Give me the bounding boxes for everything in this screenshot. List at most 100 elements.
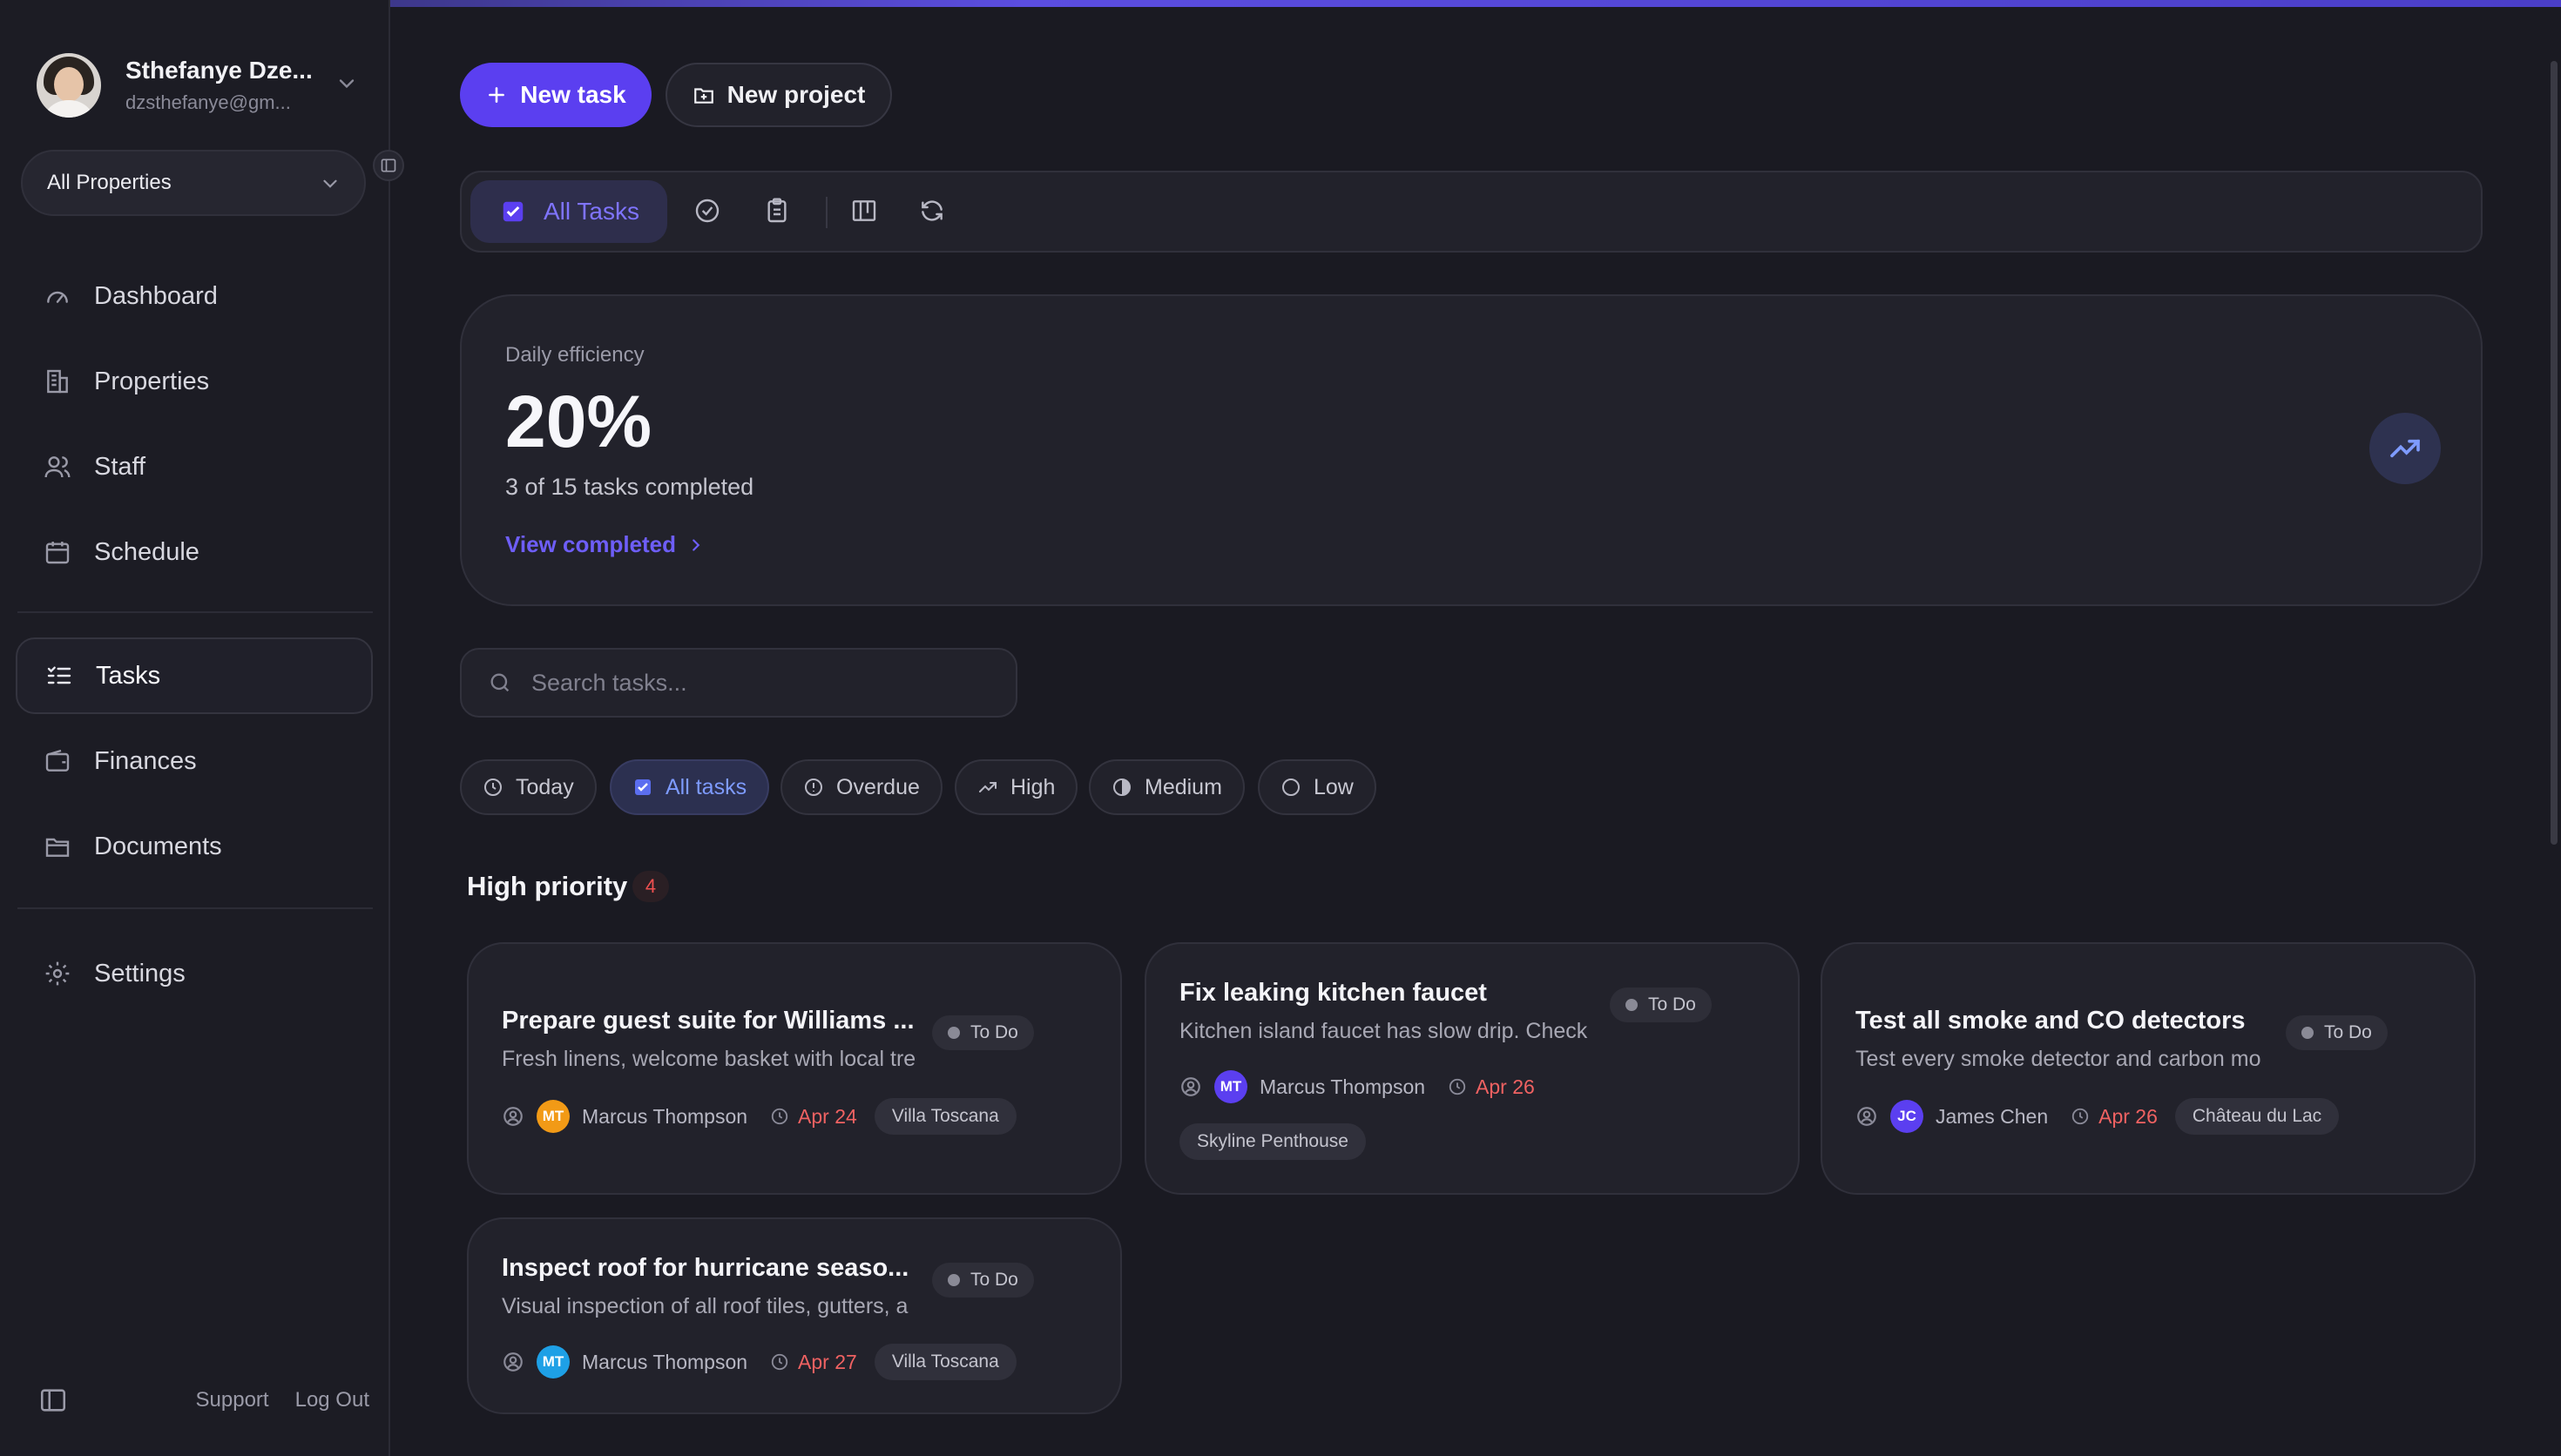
- tab-all-tasks[interactable]: All Tasks: [470, 180, 667, 243]
- checkbox-icon: [503, 201, 524, 222]
- property-tag: Château du Lac: [2174, 1098, 2340, 1135]
- view-completed-link[interactable]: View completed: [505, 531, 706, 558]
- sidebar-item-label: Dashboard: [94, 281, 218, 310]
- sidebar-item-finances[interactable]: Finances: [16, 723, 373, 799]
- filter-label: Today: [516, 774, 574, 799]
- sidebar-item-dashboard[interactable]: Dashboard: [16, 258, 373, 334]
- trending-up-icon: [979, 782, 997, 792]
- new-task-label: New task: [520, 81, 626, 108]
- task-meta: JC James Chen Apr 26 Château du Lac: [1855, 1097, 2340, 1136]
- building-icon: [42, 366, 73, 397]
- scrollbar[interactable]: [2551, 61, 2558, 845]
- list-check-icon: [44, 660, 75, 691]
- filter-medium[interactable]: Medium: [1089, 759, 1245, 815]
- user-circle-icon: [503, 1107, 523, 1126]
- filter-high[interactable]: High: [955, 759, 1078, 815]
- user-menu[interactable]: Sthefanye Dze... dzsthefanye@gm...: [37, 52, 359, 118]
- clock-icon: [484, 779, 502, 796]
- assignee-name: Marcus Thompson: [582, 1104, 748, 1128]
- task-title: Prepare guest suite for Williams ...: [502, 1007, 915, 1035]
- gauge-icon: [42, 280, 73, 312]
- property-select[interactable]: All Properties: [21, 150, 366, 216]
- tab-all-tasks-label: All Tasks: [544, 198, 639, 225]
- filter-label: Medium: [1145, 774, 1222, 799]
- sidebar-item-label: Schedule: [94, 537, 199, 566]
- plus-icon: [489, 87, 505, 103]
- filter-label: High: [1010, 774, 1056, 799]
- task-card[interactable]: Test all smoke and CO detectors To Do Te…: [1821, 942, 2476, 1195]
- logout-link[interactable]: Log Out: [295, 1388, 369, 1412]
- filter-label: Overdue: [836, 774, 920, 799]
- task-description: Visual inspection of all roof tiles, gut…: [502, 1294, 909, 1318]
- gear-icon: [42, 958, 73, 989]
- sidebar-toggle-icon[interactable]: [38, 1385, 68, 1415]
- section-count-badge: 4: [632, 871, 669, 902]
- refresh-icon[interactable]: [915, 193, 949, 228]
- property-tag: Skyline Penthouse: [1179, 1123, 1366, 1160]
- user-circle-icon: [1181, 1077, 1200, 1096]
- new-project-button[interactable]: New project: [666, 63, 892, 127]
- filter-label: Low: [1314, 774, 1354, 799]
- task-title: Inspect roof for hurricane seaso...: [502, 1254, 909, 1282]
- sidebar-footer: Support Log Out: [38, 1385, 369, 1416]
- user-name: Sthefanye Dze...: [125, 57, 313, 84]
- clock-icon: [2071, 1108, 2089, 1125]
- task-meta: MT Marcus Thompson Apr 26: [1179, 1068, 1552, 1106]
- task-title: Test all smoke and CO detectors: [1855, 1007, 2246, 1035]
- half-circle-icon: [1113, 779, 1131, 796]
- sidebar-item-properties[interactable]: Properties: [16, 343, 373, 420]
- efficiency-summary: 3 of 15 tasks completed: [505, 474, 754, 500]
- new-task-button[interactable]: New task: [460, 63, 652, 127]
- filter-label: All tasks: [666, 774, 747, 799]
- sidebar-item-documents[interactable]: Documents: [16, 808, 373, 885]
- view-completed-label: View completed: [505, 531, 677, 557]
- assignee-avatar: MT: [1214, 1070, 1247, 1103]
- efficiency-label: Daily efficiency: [505, 343, 645, 367]
- circle-icon: [1282, 779, 1300, 796]
- support-link[interactable]: Support: [196, 1388, 269, 1412]
- sidebar-item-label: Tasks: [96, 661, 161, 690]
- status-label: To Do: [2324, 1022, 2372, 1042]
- kanban-icon[interactable]: [847, 193, 882, 228]
- sidebar-item-staff[interactable]: Staff: [16, 428, 373, 505]
- search-field[interactable]: [460, 648, 1017, 718]
- sidebar-item-settings[interactable]: Settings: [16, 935, 373, 1012]
- due-date: Apr 24: [798, 1104, 857, 1128]
- collapse-sidebar-button[interactable]: [373, 150, 404, 181]
- view-switcher: All Tasks: [460, 171, 2483, 253]
- users-icon: [42, 451, 73, 482]
- task-card[interactable]: Prepare guest suite for Williams ... To …: [467, 942, 1122, 1195]
- filter-all-tasks[interactable]: All tasks: [610, 759, 770, 815]
- new-project-label: New project: [726, 81, 866, 108]
- task-card[interactable]: Fix leaking kitchen faucet To Do Kitchen…: [1145, 942, 1800, 1195]
- filter-low[interactable]: Low: [1258, 759, 1376, 815]
- task-description: Fresh linens, welcome basket with local …: [502, 1047, 916, 1071]
- sidebar-item-schedule[interactable]: Schedule: [16, 514, 373, 590]
- sidebar-item-label: Staff: [94, 452, 146, 481]
- calendar-icon: [42, 536, 73, 568]
- chevron-right-icon: [693, 538, 700, 551]
- status-badge: To Do: [932, 1015, 1034, 1050]
- filter-today[interactable]: Today: [460, 759, 597, 815]
- clipboard-icon[interactable]: [760, 193, 794, 228]
- check-circle-icon[interactable]: [690, 193, 725, 228]
- search-input[interactable]: [531, 669, 1002, 697]
- task-card[interactable]: Inspect roof for hurricane seaso... To D…: [467, 1217, 1122, 1414]
- assignee-avatar: MT: [537, 1100, 570, 1133]
- due-date: Apr 26: [2098, 1104, 2158, 1128]
- chevron-down-icon[interactable]: [334, 71, 359, 96]
- sidebar-divider: [17, 907, 373, 909]
- sidebar-item-tasks[interactable]: Tasks: [16, 637, 373, 714]
- efficiency-card: Daily efficiency 20% 3 of 15 tasks compl…: [460, 294, 2483, 606]
- sidebar-item-label: Documents: [94, 832, 222, 860]
- assignee-name: Marcus Thompson: [1260, 1075, 1426, 1098]
- task-meta: MT Marcus Thompson Apr 24 Villa Toscana: [502, 1097, 1017, 1136]
- assignee-avatar: MT: [537, 1345, 570, 1378]
- property-tag: Villa Toscana: [874, 1344, 1017, 1380]
- folder-icon: [42, 831, 73, 862]
- clock-icon: [1449, 1078, 1466, 1095]
- status-label: To Do: [970, 1022, 1018, 1042]
- filter-overdue[interactable]: Overdue: [780, 759, 943, 815]
- efficiency-value: 20%: [505, 381, 652, 462]
- status-badge: To Do: [1610, 988, 1712, 1022]
